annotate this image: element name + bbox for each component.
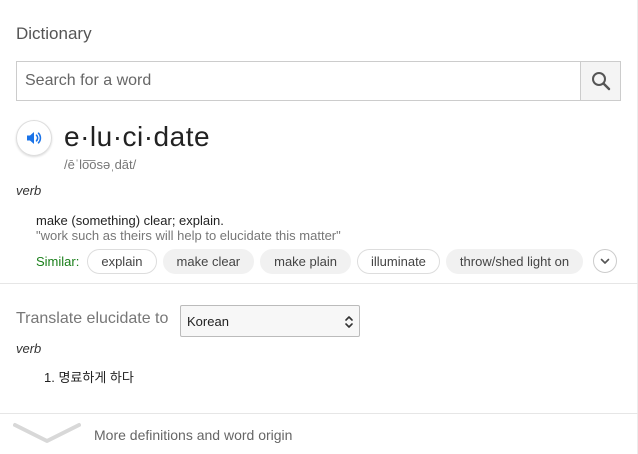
- similar-chip-make-clear[interactable]: make clear: [162, 248, 255, 274]
- example-sentence: "work such as theirs will help to elucid…: [36, 228, 341, 243]
- chevron-down-icon: [13, 423, 81, 443]
- search-button[interactable]: [580, 62, 620, 100]
- similar-words: Similar: explain make clear make plain i…: [36, 248, 618, 274]
- more-definitions-label: More definitions and word origin: [94, 427, 293, 443]
- similar-chip-make-plain[interactable]: make plain: [260, 248, 351, 274]
- search-box: [16, 61, 621, 101]
- language-select[interactable]: Korean: [180, 305, 360, 337]
- similar-chip-explain[interactable]: explain: [87, 248, 157, 274]
- translation-part-of-speech: verb: [16, 341, 42, 356]
- similar-chip-illuminate[interactable]: illuminate: [357, 248, 440, 274]
- chevron-down-icon: [600, 258, 610, 264]
- search-icon: [591, 72, 610, 91]
- language-select-value: Korean: [187, 313, 229, 329]
- speaker-icon: [27, 132, 42, 144]
- similar-chip-throw-shed-light-on[interactable]: throw/shed light on: [445, 248, 584, 274]
- pronunciation-text: /ēˈlo͞osəˌdāt/: [64, 157, 137, 172]
- search-input[interactable]: [17, 62, 580, 100]
- part-of-speech: verb: [16, 183, 42, 198]
- headword: e·lu·ci·date: [64, 121, 211, 152]
- expand-similar-button[interactable]: [593, 249, 618, 273]
- dictionary-card: Dictionary e·lu·ci·date /ēˈlo͞osəˌdāt/ v…: [0, 0, 638, 454]
- more-definitions-link[interactable]: More definitions and word origin: [0, 414, 638, 454]
- definition: make (something) clear; explain.: [36, 213, 224, 228]
- translate-label: Translate elucidate to: [16, 310, 169, 327]
- pronunciation-button[interactable]: [16, 120, 52, 156]
- translation-item: 1. 명료하게 하다: [44, 370, 134, 385]
- select-arrows-icon: [345, 316, 353, 328]
- card-title: Dictionary: [16, 24, 92, 43]
- similar-label: Similar:: [36, 253, 80, 269]
- divider: [0, 283, 638, 284]
